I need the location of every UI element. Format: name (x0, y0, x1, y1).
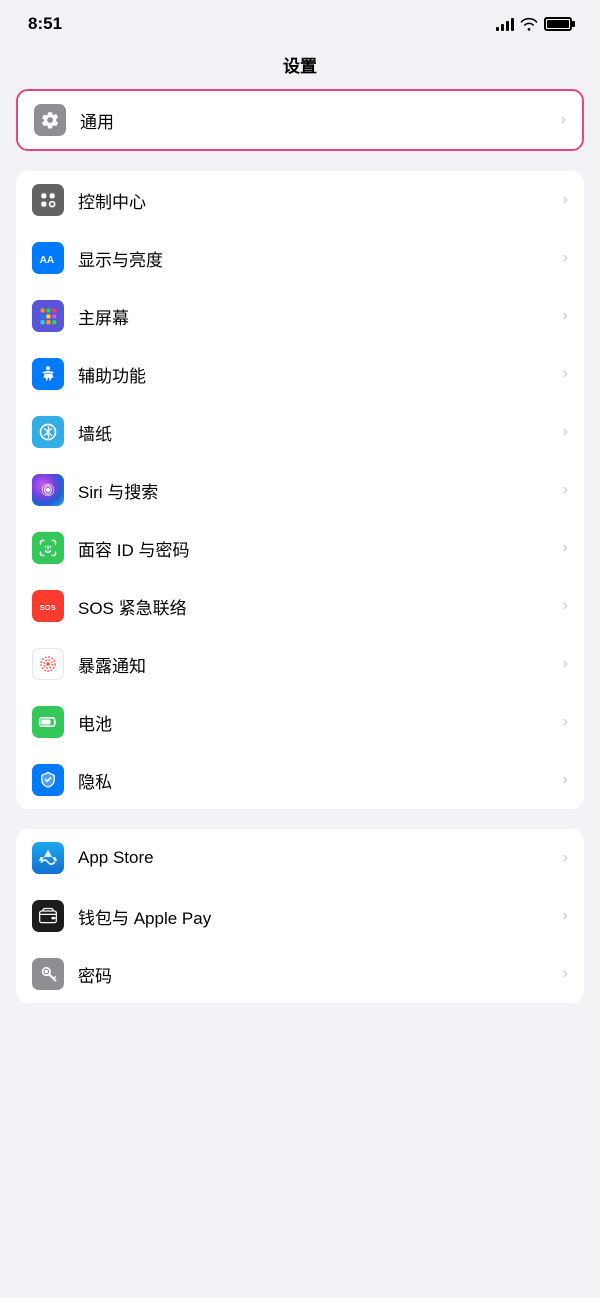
settings-item-appstore[interactable]: App Store › (16, 829, 584, 887)
control-center-label: 控制中心 (78, 188, 555, 213)
chevron-icon: › (561, 111, 566, 129)
chevron-icon: › (563, 307, 568, 325)
appstore-label: App Store (78, 848, 555, 868)
chevron-icon: › (563, 655, 568, 673)
accessibility-icon (32, 358, 64, 390)
battery-icon (544, 17, 572, 31)
chevron-icon: › (563, 965, 568, 983)
settings-item-control-center[interactable]: 控制中心 › (16, 171, 584, 229)
general-label: 通用 (80, 108, 553, 133)
passwords-icon (32, 958, 64, 990)
section-main: 控制中心 › AA 显示与亮度 › 主屏幕 › (16, 171, 584, 809)
wallet-icon (32, 900, 64, 932)
home-screen-icon (32, 300, 64, 332)
svg-text:SOS: SOS (40, 603, 56, 612)
settings-item-home[interactable]: 主屏幕 › (16, 287, 584, 345)
chevron-icon: › (563, 249, 568, 267)
page-header: 设置 (0, 44, 600, 89)
chevron-icon: › (563, 539, 568, 557)
wifi-icon (520, 17, 538, 31)
battery-settings-icon (32, 706, 64, 738)
faceid-label: 面容 ID 与密码 (78, 536, 555, 561)
section-general: 通用 › (16, 89, 584, 151)
chevron-icon: › (563, 423, 568, 441)
svg-text:AA: AA (40, 255, 54, 266)
chevron-icon: › (563, 849, 568, 867)
accessibility-label: 辅助功能 (78, 362, 555, 387)
display-icon: AA (32, 242, 64, 274)
status-bar: 8:51 (0, 0, 600, 44)
wallpaper-label: 墙纸 (78, 420, 555, 445)
settings-item-battery[interactable]: 电池 › (16, 693, 584, 751)
siri-icon (32, 474, 64, 506)
home-screen-label: 主屏幕 (78, 304, 555, 329)
signal-icon (496, 17, 514, 31)
settings-item-wallet[interactable]: 钱包与 Apple Pay › (16, 887, 584, 945)
settings-item-siri[interactable]: Siri 与搜索 › (16, 461, 584, 519)
settings-item-privacy[interactable]: 隐私 › (16, 751, 584, 809)
battery-label: 电池 (78, 710, 555, 735)
faceid-icon (32, 532, 64, 564)
settings-item-accessibility[interactable]: 辅助功能 › (16, 345, 584, 403)
sos-label: SOS 紧急联络 (78, 594, 555, 619)
chevron-icon: › (563, 771, 568, 789)
appstore-icon (32, 842, 64, 874)
chevron-icon: › (563, 597, 568, 615)
settings-item-general[interactable]: 通用 › (18, 91, 582, 149)
section-store: App Store › 钱包与 Apple Pay › 密码 › (16, 829, 584, 1003)
settings-item-faceid[interactable]: 面容 ID 与密码 › (16, 519, 584, 577)
page-title: 设置 (283, 57, 317, 76)
chevron-icon: › (563, 365, 568, 383)
settings-item-sos[interactable]: SOS SOS 紧急联络 › (16, 577, 584, 635)
control-center-icon (32, 184, 64, 216)
settings-item-wallpaper[interactable]: 墙纸 › (16, 403, 584, 461)
chevron-icon: › (563, 481, 568, 499)
status-icons (496, 17, 572, 31)
status-time: 8:51 (28, 14, 62, 34)
sos-icon: SOS (32, 590, 64, 622)
chevron-icon: › (563, 713, 568, 731)
settings-item-passwords[interactable]: 密码 › (16, 945, 584, 1003)
privacy-icon (32, 764, 64, 796)
exposure-icon (32, 648, 64, 680)
chevron-icon: › (563, 191, 568, 209)
siri-label: Siri 与搜索 (78, 478, 555, 503)
chevron-icon: › (563, 907, 568, 925)
settings-item-display[interactable]: AA 显示与亮度 › (16, 229, 584, 287)
passwords-label: 密码 (78, 962, 555, 987)
privacy-label: 隐私 (78, 768, 555, 793)
wallpaper-icon (32, 416, 64, 448)
exposure-label: 暴露通知 (78, 652, 555, 677)
wallet-label: 钱包与 Apple Pay (78, 904, 555, 929)
display-label: 显示与亮度 (78, 246, 555, 271)
settings-item-exposure[interactable]: 暴露通知 › (16, 635, 584, 693)
gear-icon (34, 104, 66, 136)
